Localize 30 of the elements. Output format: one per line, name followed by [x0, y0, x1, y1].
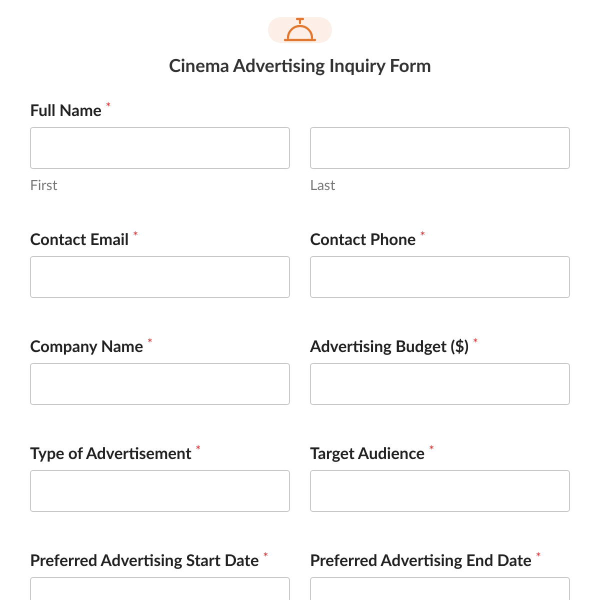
sublabel: First: [30, 175, 58, 195]
field-label: Company Name: [30, 336, 144, 358]
form-title: Cinema Advertising Inquiry Form: [168, 53, 432, 77]
service-bell-icon: [283, 17, 317, 43]
required-asterisk: *: [536, 549, 542, 565]
input-field[interactable]: [310, 256, 570, 298]
field-label: Target Audience: [310, 443, 425, 465]
field-label: Contact Phone: [310, 229, 416, 251]
required-asterisk: *: [262, 549, 268, 565]
field-label: Contact Email: [30, 229, 129, 251]
field-label: Type of Advertisement: [30, 443, 192, 465]
input-field[interactable]: [30, 363, 290, 405]
field-label: Advertising Budget ($): [310, 336, 469, 358]
required-asterisk: *: [106, 99, 112, 115]
required-asterisk: *: [420, 228, 426, 244]
required-asterisk: *: [132, 228, 138, 244]
required-asterisk: *: [472, 335, 478, 351]
input-field[interactable]: [310, 470, 570, 512]
input-field[interactable]: [30, 470, 290, 512]
input-field[interactable]: [310, 127, 570, 169]
field-label: Preferred Advertising End Date: [310, 550, 532, 572]
input-field[interactable]: [30, 256, 290, 298]
field-label: Full Name: [30, 100, 102, 122]
required-asterisk: *: [195, 442, 201, 458]
input-field[interactable]: [30, 127, 290, 169]
required-asterisk: *: [147, 335, 153, 351]
input-field[interactable]: [310, 363, 570, 405]
sublabel: Last: [310, 175, 336, 195]
field-label: Preferred Advertising Start Date: [30, 550, 259, 572]
required-asterisk: *: [428, 442, 434, 458]
